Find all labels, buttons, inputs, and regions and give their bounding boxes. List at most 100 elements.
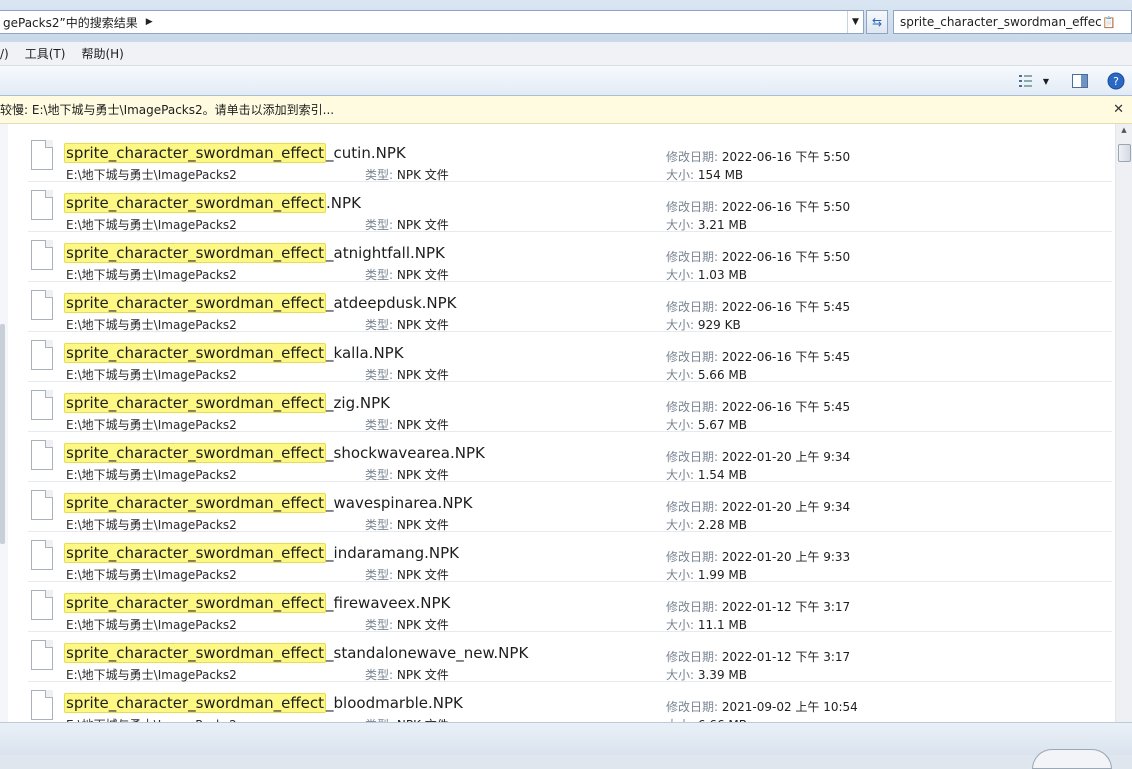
type-value: NPK 文件 <box>396 168 449 182</box>
address-bar[interactable]: gePacks2”中的搜索结果 ▶ ▼ <box>0 10 864 34</box>
file-name[interactable]: sprite_character_swordman_effect _cutin.N… <box>64 143 406 163</box>
size-value: 5.66 MB <box>697 368 747 382</box>
size-label: 大小: <box>666 618 698 632</box>
clear-search-icon[interactable]: 📋 <box>1101 14 1117 30</box>
view-options-button[interactable]: ▼ <box>1014 71 1054 91</box>
list-item[interactable]: sprite_character_swordman_effect _kalla.N… <box>28 332 1112 382</box>
search-box[interactable]: sprite_character_swordman_effect 📋 <box>893 10 1132 34</box>
status-gadget <box>1032 749 1112 769</box>
type-label: 类型: <box>365 268 397 282</box>
type-label: 类型: <box>365 568 397 582</box>
scrollbar-thumb[interactable] <box>1118 144 1131 162</box>
file-type: 类型: NPK 文件 <box>365 466 449 483</box>
file-modified: 修改日期: 2022-06-16 下午 5:50 <box>666 198 850 215</box>
modified-label: 修改日期: <box>666 300 722 314</box>
search-highlight: sprite_character_swordman_effect <box>64 693 327 713</box>
modified-value: 2022-06-16 下午 5:50 <box>721 200 851 214</box>
vertical-scrollbar[interactable]: ▲ <box>1115 124 1132 722</box>
list-item[interactable]: sprite_character_swordman_effect _zig.NPK… <box>28 382 1112 432</box>
file-icon <box>31 640 53 670</box>
file-name[interactable]: sprite_character_swordman_effect _atnight… <box>64 243 445 263</box>
search-highlight: sprite_character_swordman_effect <box>64 643 327 663</box>
type-value: NPK 文件 <box>396 668 449 682</box>
type-label: 类型: <box>365 218 397 232</box>
info-message[interactable]: 较慢: E:\地下城与勇士\ImagePacks2。请单击以添加到索引... <box>0 101 334 118</box>
file-name-suffix: _standalonewave_new.NPK <box>326 644 529 662</box>
file-modified: 修改日期: 2022-01-20 上午 9:34 <box>666 498 850 515</box>
file-icon <box>31 440 53 470</box>
status-bar <box>0 722 1132 769</box>
file-name-suffix: _bloodmarble.NPK <box>326 694 463 712</box>
search-input[interactable]: sprite_character_swordman_effect <box>900 15 1106 29</box>
file-type: 类型: NPK 文件 <box>365 666 449 683</box>
refresh-button[interactable]: ⇆ <box>866 10 888 34</box>
modified-label: 修改日期: <box>666 400 722 414</box>
file-name[interactable]: sprite_character_swordman_effect _standal… <box>64 643 529 663</box>
breadcrumb-arrow-icon[interactable]: ▶ <box>146 17 153 27</box>
view-list-icon <box>1018 75 1032 87</box>
menu-item-view[interactable]: /) <box>0 47 9 61</box>
file-name[interactable]: sprite_character_swordman_effect _indaram… <box>64 543 459 563</box>
index-info-bar[interactable]: 较慢: E:\地下城与勇士\ImagePacks2。请单击以添加到索引... ✕ <box>0 96 1132 124</box>
type-value: NPK 文件 <box>396 268 449 282</box>
type-value: NPK 文件 <box>396 468 449 482</box>
list-item[interactable]: sprite_character_swordman_effect _cutin.N… <box>28 132 1112 182</box>
address-dropdown-icon[interactable]: ▼ <box>847 11 863 33</box>
list-item[interactable]: sprite_character_swordman_effect _indaram… <box>28 532 1112 582</box>
search-highlight: sprite_character_swordman_effect <box>64 443 327 463</box>
file-size: 大小: 1.54 MB <box>666 466 747 483</box>
type-label: 类型: <box>365 318 397 332</box>
toolbar: ▼ ? <box>0 66 1132 96</box>
list-item[interactable]: sprite_character_swordman_effect _atnight… <box>28 232 1112 282</box>
menu-item-help[interactable]: 帮助(H) <box>81 45 123 62</box>
file-name[interactable]: sprite_character_swordman_effect _kalla.N… <box>64 343 404 363</box>
file-name[interactable]: sprite_character_swordman_effect _atdeepd… <box>64 293 457 313</box>
file-path: E:\地下城与勇士\ImagePacks2 <box>66 168 237 182</box>
modified-value: 2022-06-16 下午 5:45 <box>721 300 851 314</box>
search-highlight: sprite_character_swordman_effect <box>64 493 327 513</box>
list-item[interactable]: sprite_character_swordman_effect _wavespi… <box>28 482 1112 532</box>
file-path: E:\地下城与勇士\ImagePacks2 <box>66 268 237 282</box>
file-type: 类型: NPK 文件 <box>365 566 449 583</box>
file-name[interactable]: sprite_character_swordman_effect _wavespi… <box>64 493 472 513</box>
file-name[interactable]: sprite_character_swordman_effect .NPK <box>64 193 361 213</box>
menu-item-tools[interactable]: 工具(T) <box>25 45 66 62</box>
modified-value: 2022-01-12 下午 3:17 <box>721 650 851 664</box>
search-highlight: sprite_character_swordman_effect <box>64 343 327 363</box>
file-name[interactable]: sprite_character_swordman_effect _bloodma… <box>64 693 463 713</box>
file-size: 大小: 5.67 MB <box>666 416 747 433</box>
search-highlight: sprite_character_swordman_effect <box>64 393 327 413</box>
size-value: 2.28 MB <box>697 518 747 532</box>
file-modified: 修改日期: 2022-06-16 下午 5:45 <box>666 398 850 415</box>
file-modified: 修改日期: 2022-01-20 上午 9:34 <box>666 448 850 465</box>
list-item[interactable]: sprite_character_swordman_effect _standal… <box>28 632 1112 682</box>
file-name[interactable]: sprite_character_swordman_effect _firewav… <box>64 593 450 613</box>
file-name[interactable]: sprite_character_swordman_effect _shockwa… <box>64 443 485 463</box>
file-type: 类型: NPK 文件 <box>365 266 449 283</box>
list-item[interactable]: sprite_character_swordman_effect _bloodma… <box>28 682 1112 722</box>
list-item[interactable]: sprite_character_swordman_effect _firewav… <box>28 582 1112 632</box>
file-size: 大小: 929 KB <box>666 316 741 333</box>
file-modified: 修改日期: 2022-01-12 下午 3:17 <box>666 598 850 615</box>
list-item[interactable]: sprite_character_swordman_effect _atdeepd… <box>28 282 1112 332</box>
size-value: 3.21 MB <box>697 218 747 232</box>
type-value: NPK 文件 <box>396 618 449 632</box>
type-label: 类型: <box>365 618 397 632</box>
close-icon[interactable]: ✕ <box>1113 102 1124 117</box>
preview-pane-button[interactable] <box>1070 71 1090 91</box>
nav-scrollbar-thumb[interactable] <box>0 324 5 544</box>
navigation-pane-edge <box>0 124 8 722</box>
file-path: E:\地下城与勇士\ImagePacks2 <box>66 618 237 632</box>
help-button[interactable]: ? <box>1105 71 1127 91</box>
file-name[interactable]: sprite_character_swordman_effect _zig.NPK <box>64 393 390 413</box>
file-icon <box>31 590 53 620</box>
list-item[interactable]: sprite_character_swordman_effect _shockwa… <box>28 432 1112 482</box>
scroll-up-icon[interactable]: ▲ <box>1118 126 1130 138</box>
modified-value: 2022-06-16 下午 5:50 <box>721 250 851 264</box>
modified-value: 2022-06-16 下午 5:50 <box>721 150 851 164</box>
file-modified: 修改日期: 2022-06-16 下午 5:50 <box>666 148 850 165</box>
address-bar-area: gePacks2”中的搜索结果 ▶ ▼ ⇆ sprite_character_s… <box>0 0 1132 42</box>
list-item[interactable]: sprite_character_swordman_effect .NPK E:\地… <box>28 182 1112 232</box>
modified-label: 修改日期: <box>666 500 722 514</box>
size-label: 大小: <box>666 418 698 432</box>
